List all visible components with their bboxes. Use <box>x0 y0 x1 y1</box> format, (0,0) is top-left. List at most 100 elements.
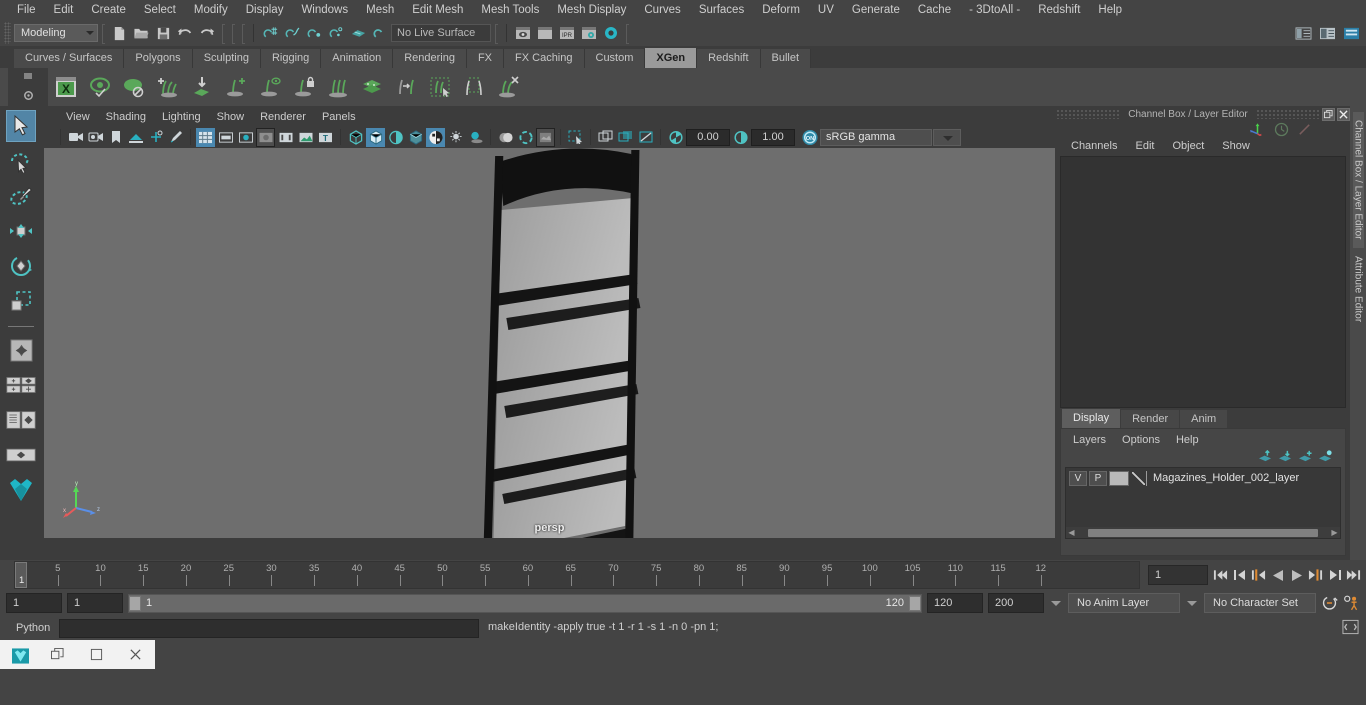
quick-layout-single[interactable] <box>6 369 36 401</box>
color-profile-dropdown-arrow[interactable] <box>933 128 961 146</box>
gamma-value-field[interactable]: 1.00 <box>751 128 795 146</box>
layer-tab-anim[interactable]: Anim <box>1180 410 1228 428</box>
motion-blur-icon[interactable] <box>516 128 535 147</box>
menu-item-select[interactable]: Select <box>135 0 185 20</box>
paint-select-tool[interactable] <box>6 180 36 212</box>
channel-box-menu-item-show[interactable]: Show <box>1213 140 1259 152</box>
viewport-menu-item-show[interactable]: Show <box>209 111 253 123</box>
wireframe-shaded-icon[interactable] <box>346 128 365 147</box>
xgen-guide-visibility-icon[interactable] <box>254 71 286 103</box>
menu-item-redshift[interactable]: Redshift <box>1029 0 1089 20</box>
shelf-tab-rigging[interactable]: Rigging <box>260 49 322 68</box>
playback-end-time-field[interactable]: 120 <box>927 593 983 613</box>
layer-color-swatch[interactable] <box>1109 470 1129 486</box>
close-window-icon[interactable] <box>129 648 143 662</box>
animation-preferences-icon[interactable] <box>1343 593 1360 613</box>
step-forward-frame-icon[interactable] <box>1307 565 1324 585</box>
layer-row[interactable]: V P Magazines_Holder_002_layer <box>1066 468 1340 488</box>
isolate-select-icon[interactable] <box>566 128 585 147</box>
snap-grid-icon[interactable] <box>259 22 281 44</box>
shelf-options-column[interactable] <box>8 68 48 106</box>
select-camera-icon[interactable] <box>66 128 85 147</box>
undo-icon[interactable] <box>174 22 196 44</box>
slash-icon[interactable] <box>1297 122 1312 137</box>
xgen-guide-tools-icon[interactable] <box>322 71 354 103</box>
menu-item-display[interactable]: Display <box>237 0 293 20</box>
script-editor-icon[interactable] <box>1342 619 1360 637</box>
layer-playback-toggle[interactable]: P <box>1089 470 1107 486</box>
exposure-gamma-icon[interactable] <box>666 128 685 147</box>
scrollbar-thumb[interactable] <box>1088 528 1318 537</box>
gamma-icon[interactable] <box>731 128 750 147</box>
channel-box-menu-item-edit[interactable]: Edit <box>1126 140 1163 152</box>
menu-set-selector[interactable]: Modeling <box>14 24 98 42</box>
panel-drag-handle[interactable] <box>1056 109 1121 119</box>
attribute-editor-toggle-icon[interactable] <box>1340 22 1362 44</box>
rotate-tool[interactable] <box>6 250 36 282</box>
viewport-menu-item-view[interactable]: View <box>58 111 98 123</box>
menu-item-mesh-tools[interactable]: Mesh Tools <box>472 0 548 20</box>
xgen-lock-guide-icon[interactable] <box>288 71 320 103</box>
menu-item-edit[interactable]: Edit <box>45 0 83 20</box>
create-layer-from-selected-icon[interactable] <box>1318 449 1333 463</box>
camera-attributes-icon[interactable] <box>86 128 105 147</box>
menu-item-generate[interactable]: Generate <box>843 0 909 20</box>
menu-item-help[interactable]: Help <box>1089 0 1131 20</box>
shelf-tab-curves-surfaces[interactable]: Curves / Surfaces <box>14 49 125 68</box>
render-current-frame-icon[interactable] <box>534 22 556 44</box>
film-origin-icon[interactable] <box>276 128 295 147</box>
layer-list[interactable]: V P Magazines_Holder_002_layer ◀ ▶ <box>1065 467 1341 539</box>
exposure-value-field[interactable]: 0.00 <box>686 128 730 146</box>
viewport-menu-item-panels[interactable]: Panels <box>314 111 364 123</box>
quick-layout-persp-only[interactable] <box>6 439 36 471</box>
status-line-grip[interactable] <box>4 22 11 44</box>
play-forwards-icon[interactable] <box>1288 565 1305 585</box>
bookmark-icon[interactable] <box>106 128 125 147</box>
xgen-editor-icon[interactable]: X <box>50 71 82 103</box>
live-surface-field[interactable]: No Live Surface <box>391 24 491 42</box>
step-back-frame-icon[interactable] <box>1250 565 1267 585</box>
menu-item-surfaces[interactable]: Surfaces <box>690 0 753 20</box>
shelf-tab-rendering[interactable]: Rendering <box>393 49 467 68</box>
sidebar-toggle-icon[interactable] <box>1292 22 1314 44</box>
menu-item-uv[interactable]: UV <box>809 0 843 20</box>
anim-layer-selector[interactable]: No Anim Layer <box>1068 593 1180 613</box>
xgen-import-collection-icon[interactable] <box>186 71 218 103</box>
make-live-icon[interactable] <box>369 22 391 44</box>
ipr-render-icon[interactable]: IPR <box>556 22 578 44</box>
exposure-icon[interactable] <box>296 128 315 147</box>
menu-item-deform[interactable]: Deform <box>753 0 809 20</box>
range-end-handle[interactable] <box>909 595 921 611</box>
select-tool[interactable] <box>6 110 36 142</box>
menu-item-3dtoall[interactable]: - 3DtoAll - <box>960 0 1029 20</box>
restore-window-icon[interactable] <box>51 647 65 662</box>
range-slider[interactable]: 1 120 <box>128 593 922 613</box>
shelf-tab-custom[interactable]: Custom <box>584 49 646 68</box>
xgen-preview-on-icon[interactable] <box>84 71 116 103</box>
menu-item-cache[interactable]: Cache <box>909 0 960 20</box>
panel-drag-handle-right[interactable] <box>1255 109 1321 119</box>
command-input[interactable] <box>59 618 479 638</box>
menu-item-create[interactable]: Create <box>82 0 135 20</box>
undock-icon[interactable] <box>1322 107 1336 121</box>
maya-app-icon[interactable] <box>12 647 30 664</box>
xgen-add-description-icon[interactable] <box>152 71 184 103</box>
move-tool[interactable] <box>6 215 36 247</box>
step-back-keyframe-icon[interactable] <box>1231 565 1248 585</box>
snap-view-plane-icon[interactable] <box>347 22 369 44</box>
vertical-tab-attribute-editor[interactable]: Attribute Editor <box>1353 248 1364 330</box>
anim-layer-dropdown-arrow[interactable] <box>1185 593 1199 613</box>
axis-gizmo-icon[interactable] <box>1249 122 1266 136</box>
layer-tab-display[interactable]: Display <box>1062 409 1121 428</box>
shelf-tab-animation[interactable]: Animation <box>321 49 394 68</box>
hypershade-icon[interactable] <box>600 22 622 44</box>
go-to-start-icon[interactable] <box>1212 565 1229 585</box>
animation-end-time-field[interactable]: 200 <box>988 593 1044 613</box>
step-forward-keyframe-icon[interactable] <box>1326 565 1343 585</box>
new-scene-icon[interactable] <box>108 22 130 44</box>
use-all-lights-icon[interactable] <box>446 128 465 147</box>
channel-box-content[interactable] <box>1060 156 1346 408</box>
channel-box-toggle-icon[interactable] <box>1316 22 1338 44</box>
quick-layout-persp-outliner[interactable] <box>6 404 36 436</box>
go-to-end-icon[interactable] <box>1345 565 1362 585</box>
